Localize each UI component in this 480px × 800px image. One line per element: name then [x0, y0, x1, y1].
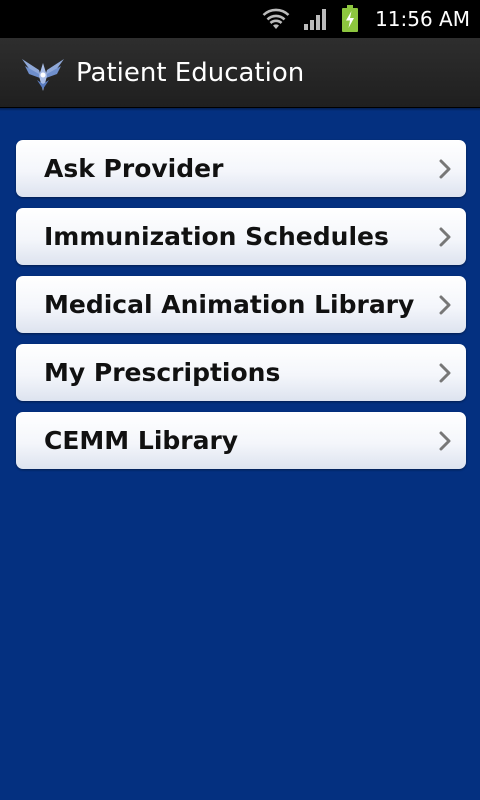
wifi-icon — [261, 7, 291, 31]
status-bar: 11:56 AM — [0, 0, 480, 38]
menu-item-cemm-library[interactable]: CEMM Library — [16, 412, 466, 469]
menu-item-medical-animation-library[interactable]: Medical Animation Library — [16, 276, 466, 333]
signal-icon — [303, 7, 329, 31]
chevron-right-icon — [438, 295, 452, 315]
page-title: Patient Education — [76, 57, 305, 88]
app-title-bar: Patient Education — [0, 38, 480, 111]
chevron-right-icon — [438, 159, 452, 179]
menu-item-immunization-schedules[interactable]: Immunization Schedules — [16, 208, 466, 265]
menu-item-label: Ask Provider — [44, 154, 224, 183]
status-clock: 11:56 AM — [375, 7, 470, 31]
menu-item-my-prescriptions[interactable]: My Prescriptions — [16, 344, 466, 401]
menu-item-label: Medical Animation Library — [44, 290, 415, 319]
menu-list: Ask Provider Immunization Schedules Medi… — [0, 108, 480, 800]
menu-item-label: Immunization Schedules — [44, 222, 389, 251]
battery-charging-icon — [341, 5, 359, 33]
menu-item-label: My Prescriptions — [44, 358, 281, 387]
menu-item-label: CEMM Library — [44, 426, 239, 455]
air-force-wings-logo — [20, 53, 66, 93]
chevron-right-icon — [438, 431, 452, 451]
chevron-right-icon — [438, 227, 452, 247]
menu-item-ask-provider[interactable]: Ask Provider — [16, 140, 466, 197]
chevron-right-icon — [438, 363, 452, 383]
